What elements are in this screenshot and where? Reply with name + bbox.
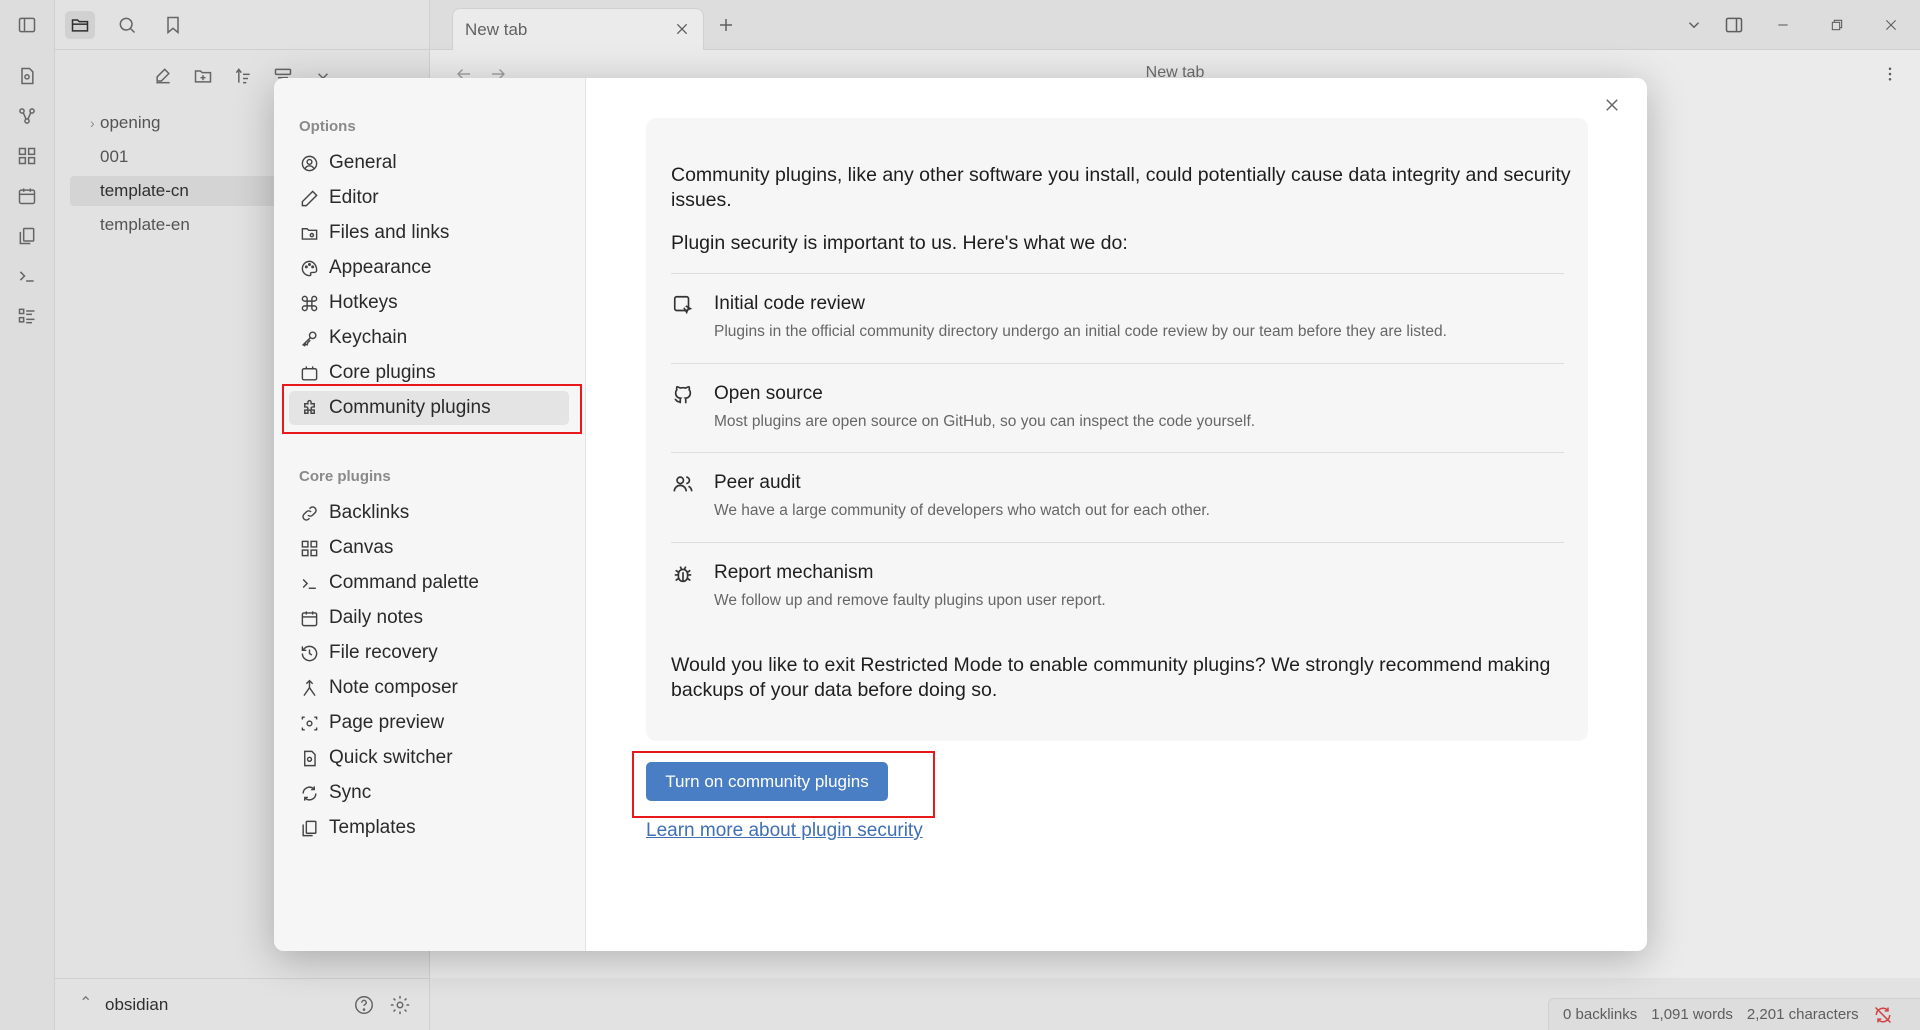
nav-keychain[interactable]: Keychain	[289, 321, 569, 355]
nav-label: Command palette	[329, 572, 479, 593]
settings-modal: Options General Editor Files and links A…	[274, 78, 1647, 951]
security-info-card: Community plugins, like any other softwa…	[646, 118, 1588, 741]
nav-files-and-links[interactable]: Files and links	[289, 216, 569, 250]
feature-title: Peer audit	[714, 472, 801, 493]
nav-appearance[interactable]: Appearance	[289, 251, 569, 285]
nav-label: Community plugins	[329, 397, 491, 418]
nav-label: Templates	[329, 817, 416, 838]
modal-close-icon[interactable]	[1597, 90, 1627, 120]
learn-more-link[interactable]: Learn more about plugin security	[646, 820, 923, 842]
users-icon	[671, 472, 695, 496]
code-review-icon	[671, 293, 695, 317]
bug-icon	[671, 562, 695, 586]
nav-general[interactable]: General	[289, 146, 569, 180]
divider	[671, 363, 1564, 364]
divider	[671, 273, 1564, 274]
nav-label: Note composer	[329, 677, 458, 698]
feature-desc: We have a large community of developers …	[714, 502, 1210, 519]
pencil-icon	[299, 188, 319, 208]
calendar-icon	[299, 608, 319, 628]
feature-title: Open source	[714, 383, 823, 404]
command-key-icon	[299, 293, 319, 313]
nav-label: Page preview	[329, 712, 445, 733]
nav-quick-switcher[interactable]: Quick switcher	[289, 741, 569, 775]
terminal-icon	[299, 573, 319, 593]
github-icon	[671, 383, 695, 407]
nav-label: Keychain	[329, 327, 408, 348]
nav-label: Quick switcher	[329, 747, 453, 768]
nav-command-palette[interactable]: Command palette	[289, 566, 569, 600]
nav-file-recovery[interactable]: File recovery	[289, 636, 569, 670]
plug-box-icon	[299, 363, 319, 383]
intro-text: Community plugins, like any other softwa…	[671, 164, 1571, 211]
templates-icon	[299, 818, 319, 838]
nav-label: Core plugins	[329, 362, 436, 383]
file-search-icon	[299, 748, 319, 768]
nav-label: Appearance	[329, 257, 432, 278]
nav-label: Backlinks	[329, 502, 410, 523]
nav-note-composer[interactable]: Note composer	[289, 671, 569, 705]
nav-backlinks[interactable]: Backlinks	[289, 496, 569, 530]
nav-label: File recovery	[329, 642, 438, 663]
options-heading: Options	[299, 118, 356, 135]
preview-icon	[299, 713, 319, 733]
feature-desc: Plugins in the official community direct…	[714, 323, 1447, 340]
user-circle-icon	[299, 153, 319, 173]
feature-title: Initial code review	[714, 293, 866, 314]
backlink-icon	[299, 503, 319, 523]
puzzle-icon	[299, 398, 319, 418]
nav-canvas[interactable]: Canvas	[289, 531, 569, 565]
nav-label: Editor	[329, 187, 379, 208]
feature-title: Report mechanism	[714, 562, 874, 583]
divider	[671, 542, 1564, 543]
nav-sync[interactable]: Sync	[289, 776, 569, 810]
history-icon	[299, 643, 319, 663]
core-plugins-heading: Core plugins	[299, 468, 391, 485]
turn-on-community-plugins-button[interactable]: Turn on community plugins	[646, 762, 888, 801]
key-icon	[299, 328, 319, 348]
nav-community-plugins[interactable]: Community plugins	[289, 391, 569, 425]
palette-icon	[299, 258, 319, 278]
nav-editor[interactable]: Editor	[289, 181, 569, 215]
canvas-icon	[299, 538, 319, 558]
nav-daily-notes[interactable]: Daily notes	[289, 601, 569, 635]
divider	[671, 452, 1564, 453]
folder-link-icon	[299, 223, 319, 243]
feature-desc: We follow up and remove faulty plugins u…	[714, 592, 1106, 609]
nav-label: Canvas	[329, 537, 394, 558]
merge-icon	[299, 678, 319, 698]
nav-label: Daily notes	[329, 607, 423, 628]
nav-templates[interactable]: Templates	[289, 811, 569, 845]
nav-page-preview[interactable]: Page preview	[289, 706, 569, 740]
nav-core-plugins[interactable]: Core plugins	[289, 356, 569, 390]
nav-label: Files and links	[329, 222, 450, 243]
nav-label: Hotkeys	[329, 292, 398, 313]
sync-icon	[299, 783, 319, 803]
security-lead-text: Plugin security is important to us. Here…	[671, 232, 1128, 254]
feature-desc: Most plugins are open source on GitHub, …	[714, 413, 1256, 430]
settings-sidebar: Options General Editor Files and links A…	[274, 78, 586, 951]
nav-hotkeys[interactable]: Hotkeys	[289, 286, 569, 320]
nav-label: General	[329, 152, 397, 173]
question-text: Would you like to exit Restricted Mode t…	[671, 654, 1551, 701]
nav-label: Sync	[329, 782, 372, 803]
